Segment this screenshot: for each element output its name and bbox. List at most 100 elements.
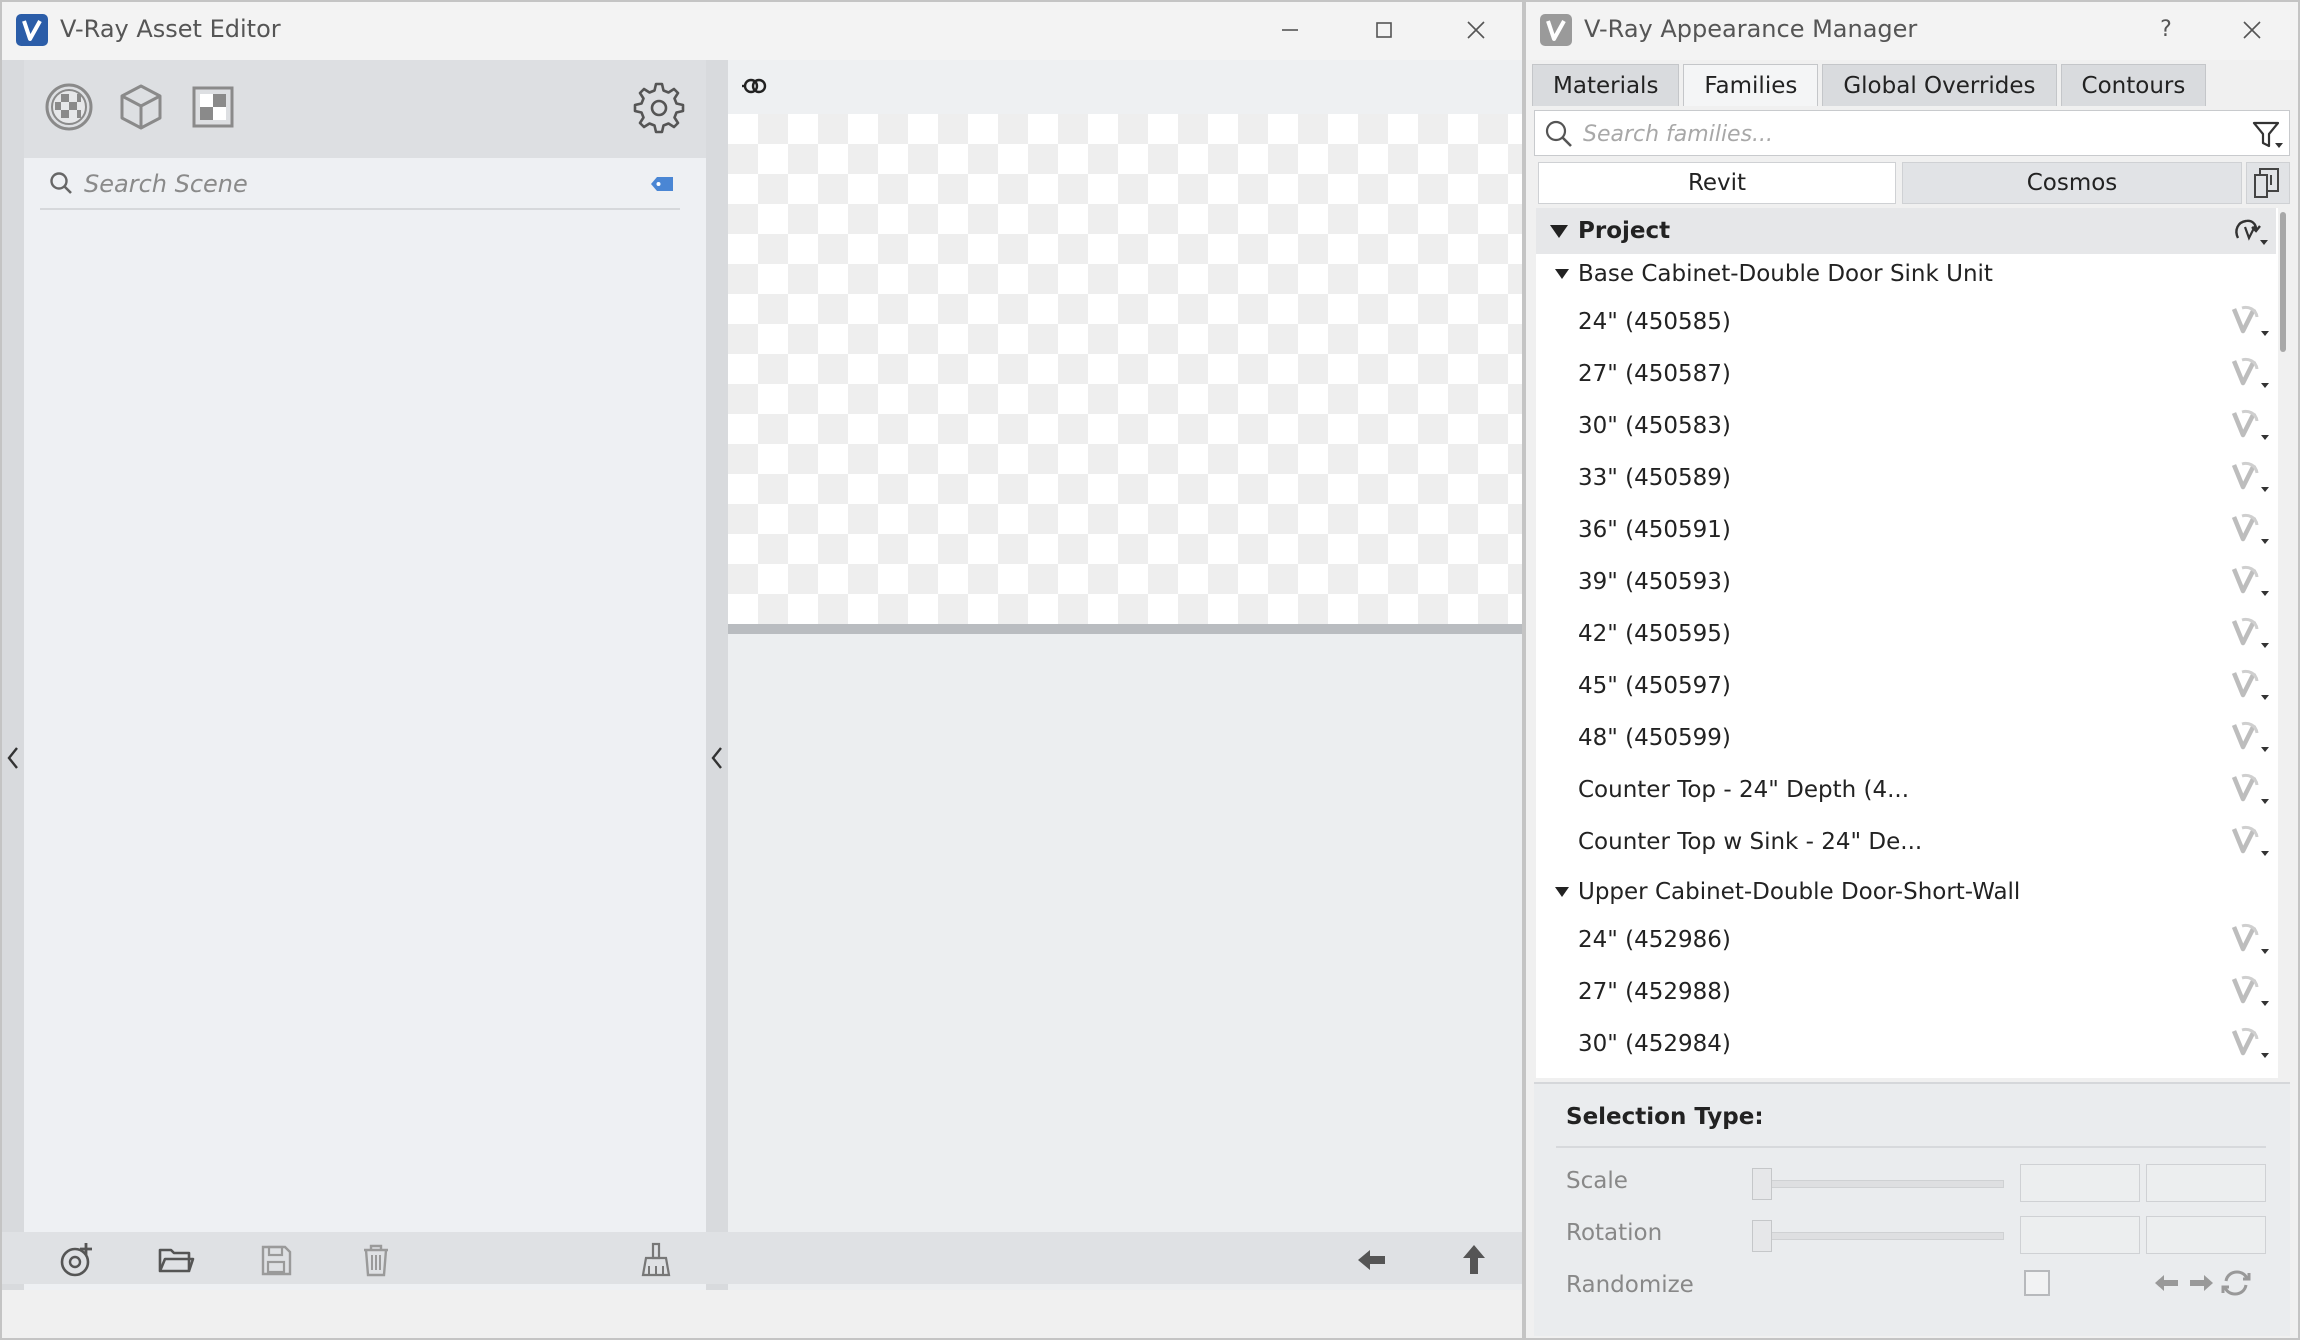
tree-scrollbar[interactable] — [2278, 208, 2288, 1078]
chevron-left-icon[interactable] — [4, 740, 22, 776]
asset-editor-window: V-Ray Asset Editor — [0, 0, 1524, 1340]
tab-contours[interactable]: Contours — [2060, 64, 2207, 106]
tree-item[interactable]: 27" (450587) — [1536, 352, 2276, 396]
minimize-button[interactable] — [1270, 10, 1310, 50]
tag-filter-icon[interactable] — [650, 174, 676, 194]
refresh-icon[interactable] — [2220, 1268, 2252, 1298]
vray-override-dropdown-icon[interactable] — [2228, 667, 2272, 705]
open-folder-icon[interactable] — [156, 1240, 196, 1280]
arrow-right-icon[interactable] — [2186, 1268, 2216, 1298]
chevron-left-icon[interactable] — [708, 740, 726, 776]
tree-item[interactable]: 27" (452988) — [1536, 970, 2276, 1014]
upload-arrow-icon[interactable] — [1454, 1240, 1494, 1280]
collapse-triangle-icon[interactable] — [1554, 267, 1570, 281]
add-asset-icon[interactable] — [56, 1240, 96, 1280]
vray-override-dropdown-icon[interactable] — [2228, 973, 2272, 1011]
randomize-label: Randomize — [1566, 1272, 1694, 1298]
scene-search-bar — [40, 158, 680, 210]
vray-override-dropdown-icon[interactable] — [2228, 303, 2272, 341]
rotation-max-input[interactable] — [2146, 1216, 2266, 1254]
tree-item[interactable]: 24" (452986) — [1536, 918, 2276, 962]
scale-min-input[interactable] — [2020, 1164, 2140, 1202]
tree-item-label: 42" (450595) — [1578, 621, 1731, 647]
scale-slider-thumb[interactable] — [1752, 1168, 1772, 1200]
vray-override-dropdown-icon[interactable] — [2228, 615, 2272, 653]
vray-override-dropdown-icon[interactable] — [2228, 355, 2272, 393]
selection-divider — [1556, 1146, 2266, 1148]
rotation-min-input[interactable] — [2020, 1216, 2140, 1254]
close-button[interactable] — [2232, 10, 2272, 50]
asset-editor-titlebar: V-Ray Asset Editor — [2, 2, 1522, 60]
families-tree: Project Base Cabinet-Double Door Sink Un… — [1536, 208, 2288, 1078]
panel-splitter[interactable] — [706, 60, 728, 1290]
import-arrow-icon[interactable] — [1352, 1240, 1392, 1280]
close-button[interactable] — [1456, 10, 1496, 50]
preview-toolbar — [728, 60, 1522, 114]
tree-item[interactable]: 30" (450583) — [1536, 404, 2276, 448]
vray-override-dropdown-icon[interactable] — [2228, 771, 2272, 809]
tree-group[interactable]: Base Cabinet-Double Door Sink Unit — [1536, 254, 2276, 294]
tree-item[interactable]: 36" (450591) — [1536, 508, 2276, 552]
collapse-triangle-icon[interactable] — [1548, 222, 1570, 240]
tree-root-label: Project — [1578, 218, 1671, 244]
vray-override-dropdown-icon[interactable] — [2228, 719, 2272, 757]
purge-icon[interactable] — [636, 1240, 676, 1280]
scene-search-input[interactable] — [84, 166, 604, 202]
tree-item[interactable]: Counter Top - 24" Depth (4... — [1536, 768, 2276, 812]
preview-link-icon[interactable] — [740, 72, 770, 100]
subtab-revit[interactable]: Revit — [1538, 162, 1896, 204]
collapse-triangle-icon[interactable] — [1554, 885, 1570, 899]
search-icon — [1543, 118, 1575, 150]
filter-icon[interactable] — [2251, 119, 2285, 151]
tab-materials[interactable]: Materials — [1532, 64, 1680, 106]
search-icon — [48, 170, 76, 198]
tree-item[interactable]: 33" (450589) — [1536, 456, 2276, 500]
tree-item[interactable]: 30" (452984) — [1536, 1022, 2276, 1066]
vray-override-dropdown-icon[interactable] — [2228, 563, 2272, 601]
vray-override-dropdown-icon[interactable] — [2228, 921, 2272, 959]
textures-icon[interactable] — [186, 80, 240, 134]
settings-icon[interactable] — [632, 80, 686, 134]
tree-item[interactable]: Counter Top w Sink - 24" De... — [1536, 820, 2276, 864]
vray-override-dropdown-icon[interactable] — [2228, 1025, 2272, 1063]
asset-preview-panel — [728, 60, 1522, 1290]
tab-families[interactable]: Families — [1683, 64, 1819, 106]
tree-root-project[interactable]: Project — [1536, 208, 2276, 254]
tree-scrollbar-thumb[interactable] — [2280, 212, 2286, 352]
copy-families-button[interactable] — [2246, 162, 2290, 204]
families-search-input[interactable] — [1583, 117, 2183, 151]
scale-max-input[interactable] — [2146, 1164, 2266, 1202]
randomize-checkbox[interactable] — [2024, 1270, 2050, 1296]
rotation-slider-track[interactable] — [1754, 1232, 2004, 1240]
tree-item-label: Counter Top w Sink - 24" De... — [1578, 829, 1923, 855]
subtab-cosmos[interactable]: Cosmos — [1902, 162, 2242, 204]
tree-item[interactable]: 48" (450599) — [1536, 716, 2276, 760]
left-collapse-strip[interactable] — [2, 60, 24, 1290]
help-button[interactable]: ? — [2146, 10, 2186, 50]
tree-group[interactable]: Upper Cabinet-Double Door-Short-Wall — [1536, 872, 2276, 912]
geometry-icon[interactable] — [114, 80, 168, 134]
vray-override-dropdown-icon[interactable] — [2228, 823, 2272, 861]
rotation-slider-thumb[interactable] — [1752, 1220, 1772, 1252]
tree-item-label: 36" (450591) — [1578, 517, 1731, 543]
arrow-left-icon[interactable] — [2152, 1268, 2182, 1298]
maximize-button[interactable] — [1364, 10, 1404, 50]
tree-item-label: 24" (452986) — [1578, 927, 1731, 953]
preview-splitter[interactable] — [728, 624, 1522, 634]
delete-icon[interactable] — [356, 1240, 396, 1280]
tree-item[interactable]: 42" (450595) — [1536, 612, 2276, 656]
save-icon[interactable] — [256, 1240, 296, 1280]
vray-override-dropdown-icon[interactable] — [2228, 407, 2272, 445]
tree-item[interactable]: 45" (450597) — [1536, 664, 2276, 708]
tree-item-label: 39" (450593) — [1578, 569, 1731, 595]
asset-list-panel — [24, 60, 706, 1290]
vray-override-dropdown-icon[interactable] — [2228, 459, 2272, 497]
vray-logo-icon — [16, 14, 48, 46]
tab-global-overrides[interactable]: Global Overrides — [1822, 64, 2057, 106]
materials-icon[interactable] — [42, 80, 96, 134]
tree-item[interactable]: 39" (450593) — [1536, 560, 2276, 604]
sync-override-icon[interactable] — [2228, 212, 2272, 250]
tree-item[interactable]: 24" (450585) — [1536, 300, 2276, 344]
vray-override-dropdown-icon[interactable] — [2228, 511, 2272, 549]
scale-slider-track[interactable] — [1754, 1180, 2004, 1188]
